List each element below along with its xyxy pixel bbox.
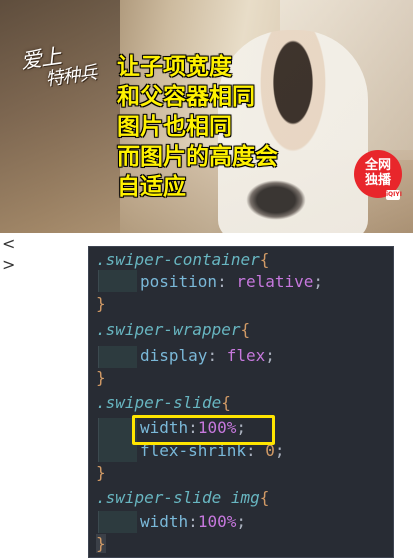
indent-guide: [98, 346, 137, 368]
colon: :: [217, 272, 227, 291]
css-value: 100%: [197, 512, 237, 531]
semicolon: ;: [313, 272, 324, 291]
badge-line1: 全网: [364, 158, 391, 173]
caption-line: 自适应: [117, 174, 186, 200]
open-brace: {: [221, 393, 231, 412]
code-line: }: [96, 462, 106, 484]
css-value: flex: [226, 346, 266, 365]
close-brace: }: [96, 294, 106, 313]
caption-line: 让子项宽度: [117, 54, 232, 80]
css-value: relative: [236, 272, 314, 291]
css-selector: .swiper-wrapper: [96, 320, 241, 339]
colon: :: [188, 512, 198, 531]
caption-line: 图片也相同: [117, 114, 232, 140]
caption-line: 而图片的高度会: [117, 144, 278, 170]
close-brace: }: [96, 463, 106, 482]
code-line: width:100%;: [140, 511, 246, 533]
badge-sub-logo: iQIYI: [386, 190, 402, 200]
css-selector: .swiper-slide img: [96, 488, 260, 507]
highlight-box: [132, 415, 275, 445]
indent-guide: [98, 511, 137, 533]
css-property: position: [140, 272, 218, 291]
prev-slide-button[interactable]: <: [2, 236, 15, 252]
close-brace: }: [96, 368, 106, 387]
open-brace: {: [240, 320, 251, 339]
exclusive-badge: 全网 独播 iQIYI: [354, 150, 402, 200]
css-selector: .swiper-slide: [96, 393, 222, 412]
next-slide-button[interactable]: >: [2, 257, 15, 273]
css-property: width: [140, 512, 189, 531]
code-line: .swiper-slide img{: [96, 487, 269, 509]
css-selector: .swiper-container: [96, 250, 260, 269]
code-line: .swiper-wrapper{: [96, 319, 250, 341]
code-line: }: [96, 533, 106, 555]
code-editor-panel: .swiper-container{ position: relative; }…: [88, 246, 394, 558]
code-line: }: [96, 293, 106, 315]
semicolon: ;: [274, 441, 285, 460]
code-line: .swiper-slide{: [96, 392, 231, 414]
caption-line: 和父容器相同: [117, 84, 255, 110]
open-brace: {: [259, 488, 270, 507]
indent-guide: [98, 270, 137, 292]
colon: :: [207, 346, 218, 365]
semicolon: ;: [236, 512, 246, 531]
css-property: display: [140, 346, 208, 365]
code-line: }: [96, 367, 106, 389]
badge-line2: 独播: [364, 173, 391, 188]
bookshelf-backdrop: [0, 0, 120, 233]
close-brace: }: [96, 534, 106, 553]
code-line: .swiper-container{: [96, 249, 269, 271]
code-line: position: relative;: [140, 271, 323, 293]
semicolon: ;: [265, 346, 275, 365]
open-brace: {: [259, 250, 270, 269]
banner-caption: 让子项宽度 和父容器相同 图片也相同 而图片的高度会 自适应: [117, 52, 278, 202]
code-line: display: flex;: [140, 345, 275, 367]
banner-image: 爱上 特种兵 让子项宽度 和父容器相同 图片也相同 而图片的高度会 自适应 全网…: [0, 0, 413, 233]
